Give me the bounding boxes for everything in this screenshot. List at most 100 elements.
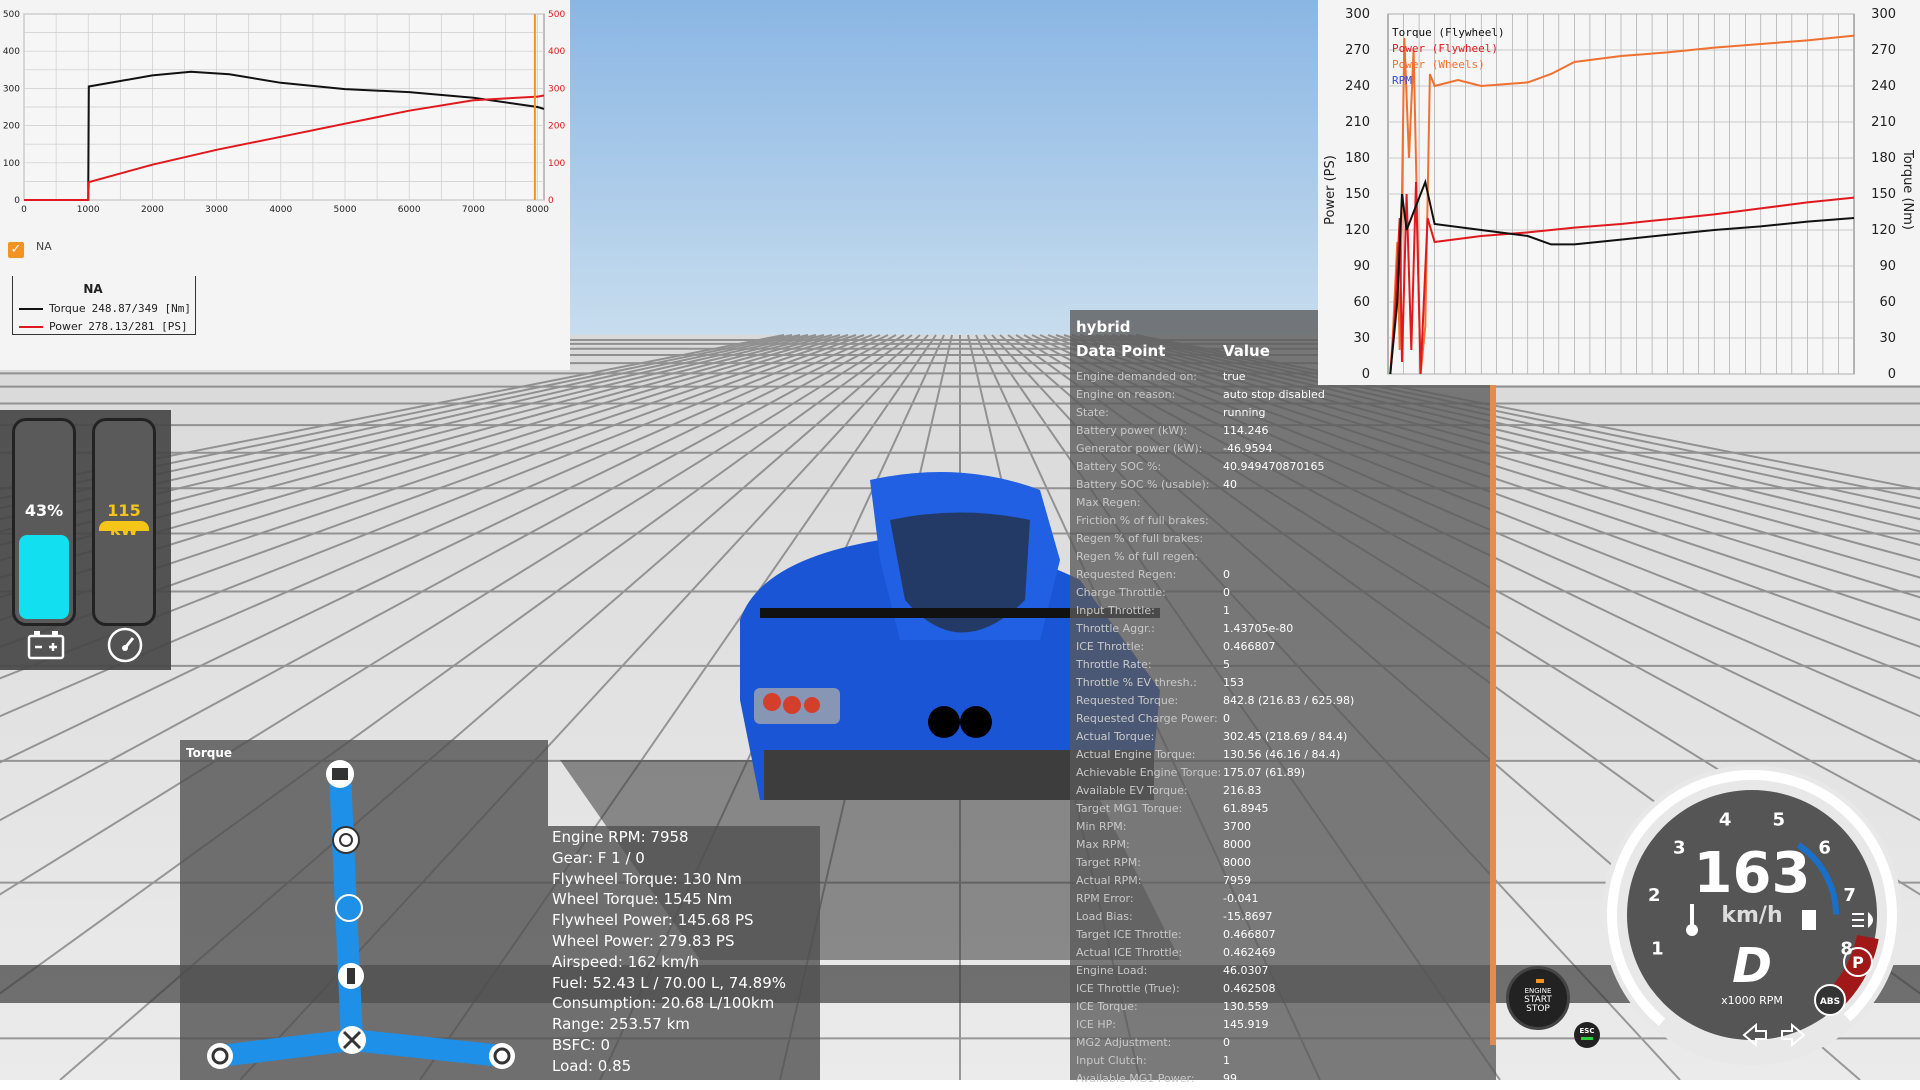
legend-entry: Power (Flywheel) bbox=[1392, 42, 1498, 55]
y-tick-label-right: 60 bbox=[1879, 295, 1896, 310]
hybrid-row: Battery power (kW): 114.246 bbox=[1076, 424, 1269, 442]
x-tick-label: 1000 bbox=[77, 205, 100, 215]
dyno-left-y-ticks-left: 0 100 200 300 400 500 bbox=[3, 10, 20, 206]
hybrid-row: State: running bbox=[1076, 406, 1265, 424]
hybrid-row: Actual ICE Throttle: 0.462469 bbox=[1076, 946, 1276, 964]
dyno-left-chart: 0 1000 2000 3000 4000 5000 6000 7000 8000 010020… bbox=[3, 10, 566, 215]
na-checkbox-label: NA bbox=[36, 240, 52, 253]
hybrid-row-value: auto stop disabled bbox=[1223, 388, 1325, 401]
hybrid-row-value: 0.462469 bbox=[1223, 946, 1276, 959]
hybrid-row: RPM Error: -0.041 bbox=[1076, 892, 1258, 910]
hybrid-row: Requested Charge Power: 0 bbox=[1076, 712, 1230, 730]
hybrid-row: Battery SOC % (usable): 40 bbox=[1076, 478, 1237, 496]
y-tick-label-right: 0 bbox=[548, 196, 554, 206]
y-tick-label-left: 240 bbox=[1345, 79, 1370, 94]
hybrid-row-value: 5 bbox=[1223, 658, 1230, 671]
dyno-graph-right: 0 30 60 90 120 150 180 210 240 270 300 0 30 60 90 120 1… bbox=[1318, 0, 1920, 385]
y-tick-label-left: 90 bbox=[1353, 259, 1370, 274]
left-axis-label: Power (PS) bbox=[1323, 155, 1338, 225]
y-tick-label-left: 210 bbox=[1345, 115, 1370, 130]
esc-button[interactable]: ESC bbox=[1574, 1022, 1600, 1048]
drivetrain-diagram bbox=[207, 760, 515, 1069]
y-tick-label-right: 200 bbox=[548, 122, 565, 132]
hybrid-row: Actual Torque: 302.45 (218.69 / 84.4) bbox=[1076, 730, 1347, 748]
engine-info-row: BSFC: 0 bbox=[552, 1036, 611, 1054]
hybrid-row-value: 0.466807 bbox=[1223, 640, 1276, 653]
hybrid-row: Available EV Torque: 216.83 bbox=[1076, 784, 1262, 802]
wheel-right-icon bbox=[489, 1043, 515, 1069]
gear-indicator: D bbox=[1732, 938, 1772, 994]
hybrid-row-value: 145.919 bbox=[1223, 1018, 1269, 1031]
hybrid-row-key: Max RPM: bbox=[1076, 838, 1130, 851]
hybrid-row: Actual RPM: 7959 bbox=[1076, 874, 1251, 892]
hybrid-data-panel: hybrid Data Point Value Engine demanded … bbox=[1070, 310, 1496, 1085]
torque-value: 248.87/349 [Nm] bbox=[91, 302, 191, 315]
hybrid-row-value: 1 bbox=[1223, 604, 1230, 617]
hybrid-row: Battery SOC %: 40.949470870165 bbox=[1076, 460, 1324, 478]
fuel-pump-icon bbox=[1802, 910, 1816, 930]
x-tick-label: 6000 bbox=[398, 205, 421, 215]
y-tick-label-right: 180 bbox=[1871, 151, 1896, 166]
x-tick-label: 2000 bbox=[141, 205, 164, 215]
engine-start-stop-button[interactable]: ENGINE START STOP bbox=[1506, 966, 1570, 1030]
hybrid-row-value: 1 bbox=[1223, 1054, 1230, 1067]
differential-node-icon bbox=[338, 1026, 366, 1054]
gearbox-node-icon bbox=[332, 826, 360, 854]
y-tick-label-left: 0 bbox=[14, 196, 20, 206]
na-checkbox[interactable]: ✓ bbox=[8, 242, 24, 258]
legend-entry: Torque (Flywheel) bbox=[1392, 26, 1505, 39]
abs-label: ABS bbox=[1820, 997, 1840, 1007]
dyno-right-y-ticks-left: 0 30 60 90 120 150 180 210 240 270 300 bbox=[1345, 7, 1370, 382]
hybrid-row-key: Input Throttle: bbox=[1076, 604, 1155, 617]
hybrid-row-key: Throttle Rate: bbox=[1076, 658, 1152, 671]
y-tick-label-right: 270 bbox=[1871, 43, 1896, 58]
engine-info-row: Engine RPM: 7958 bbox=[552, 828, 689, 846]
x-tick-label: 8000 bbox=[526, 205, 549, 215]
battery-panel: 43% 115 kW bbox=[0, 410, 171, 670]
hybrid-row-key: ICE Torque: bbox=[1076, 1000, 1138, 1013]
hybrid-row-value: 0 bbox=[1223, 586, 1230, 599]
torque-label: Torque bbox=[49, 302, 86, 315]
x-tick-label: 0 bbox=[21, 205, 27, 215]
soc-fill bbox=[19, 534, 69, 619]
engine-status-light bbox=[1536, 979, 1544, 983]
legend-entry: RPM bbox=[1392, 74, 1412, 87]
rpm-tick-label: 5 bbox=[1773, 810, 1786, 831]
esc-status-light bbox=[1581, 1037, 1593, 1040]
hybrid-row-value: 40 bbox=[1223, 478, 1237, 491]
headlight-icon bbox=[1852, 912, 1873, 928]
hybrid-row-key: Load Bias: bbox=[1076, 910, 1133, 923]
hybrid-row-key: Achievable Engine Torque: bbox=[1076, 766, 1222, 779]
hybrid-row-key: Throttle Aggr.: bbox=[1076, 622, 1155, 635]
hybrid-row: Available MG1 Power: 99 bbox=[1076, 1072, 1237, 1090]
y-tick-label-right: 150 bbox=[1871, 187, 1896, 202]
hybrid-row-key: Target MG1 Torque: bbox=[1076, 802, 1183, 815]
hybrid-row-value: 130.56 (46.16 / 84.4) bbox=[1223, 748, 1341, 761]
hybrid-row: ICE Throttle: 0.466807 bbox=[1076, 640, 1276, 658]
y-tick-label-left: 120 bbox=[1345, 223, 1370, 238]
engine-info-row: Flywheel Power: 145.68 PS bbox=[552, 911, 754, 930]
hybrid-row-value: 130.559 bbox=[1223, 1000, 1269, 1013]
engine-info-row: Fuel: 52.43 L / 70.00 L, 74.89% bbox=[552, 973, 786, 992]
y-tick-label-right: 120 bbox=[1871, 223, 1896, 238]
speed-unit: km/h bbox=[1721, 903, 1782, 928]
hybrid-row-value: 40.949470870165 bbox=[1223, 460, 1325, 473]
hybrid-scrollbar[interactable] bbox=[1490, 310, 1496, 1045]
hybrid-row-key: Requested Torque: bbox=[1076, 694, 1179, 707]
power-swatch bbox=[19, 325, 43, 328]
hybrid-row: Throttle Rate: 5 bbox=[1076, 658, 1230, 676]
hybrid-row: Engine on reason: auto stop disabled bbox=[1076, 388, 1325, 406]
soc-text: 43% bbox=[24, 501, 64, 520]
hybrid-row-value: 0 bbox=[1223, 1036, 1230, 1049]
power-text: 115 kW bbox=[107, 501, 141, 539]
right-axis-label: Torque (Nm) bbox=[1900, 149, 1915, 230]
hybrid-row-key: MG2 Adjustment: bbox=[1076, 1036, 1172, 1049]
hybrid-row-value: 114.246 bbox=[1223, 424, 1269, 437]
rpm-tick-label: 2 bbox=[1648, 885, 1661, 906]
hybrid-row-key: Engine demanded on: bbox=[1076, 370, 1198, 383]
abs-button[interactable]: ABS bbox=[1814, 984, 1846, 1016]
hybrid-row: Achievable Engine Torque: 175.07 (61.89) bbox=[1076, 766, 1305, 784]
hybrid-row-value: 8000 bbox=[1223, 856, 1251, 869]
hybrid-row: Requested Torque: 842.8 (216.83 / 625.98) bbox=[1076, 694, 1354, 712]
hybrid-row-key: RPM Error: bbox=[1076, 892, 1134, 905]
